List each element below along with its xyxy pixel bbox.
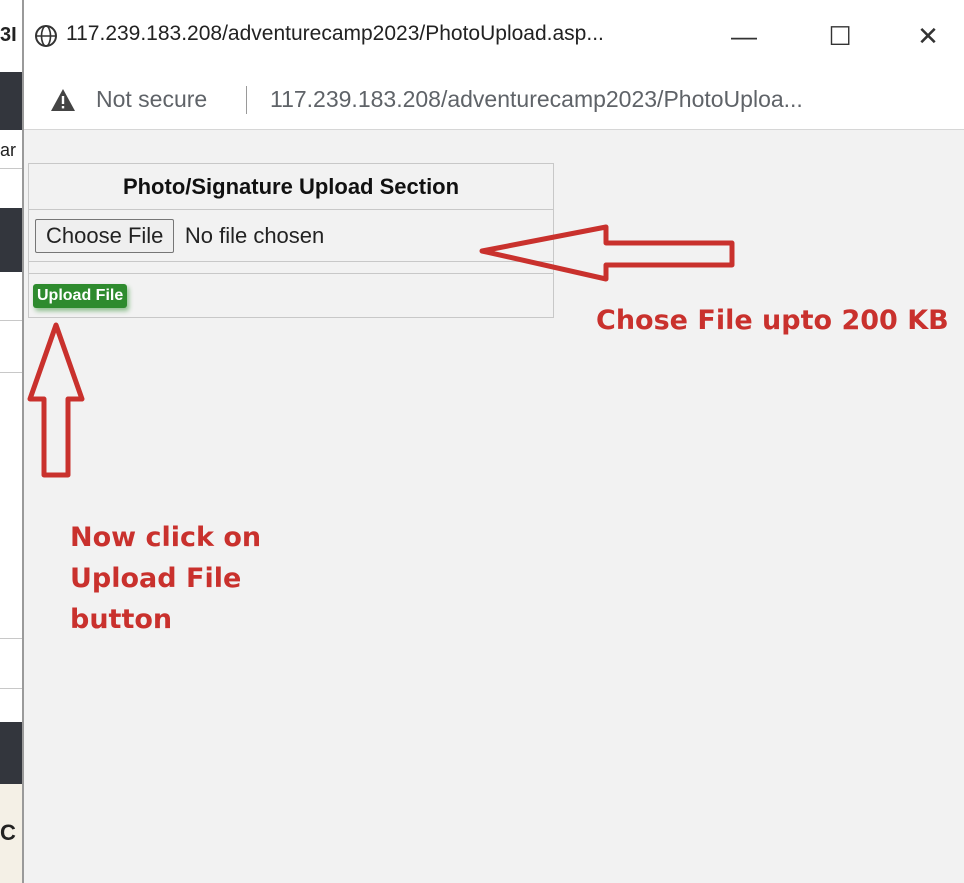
file-size-hint: Chose File upto 200 KB	[596, 305, 949, 336]
background-dark-bar	[0, 72, 22, 130]
background-divider	[0, 372, 22, 373]
background-fragment: ar	[0, 140, 17, 160]
background-divider	[0, 320, 22, 321]
maximize-button[interactable]: ☐	[816, 14, 864, 58]
left-arrow-annotation-icon	[479, 224, 735, 282]
background-dark-bar	[0, 208, 22, 272]
warning-triangle-icon[interactable]	[50, 88, 76, 112]
address-separator	[246, 86, 247, 114]
address-url[interactable]: 117.239.183.208/adventurecamp2023/PhotoU…	[270, 86, 803, 113]
security-status-label[interactable]: Not secure	[96, 86, 207, 113]
minimize-button[interactable]: —	[720, 14, 768, 58]
up-arrow-annotation-icon	[27, 322, 85, 478]
upload-file-button[interactable]: Upload File	[33, 283, 128, 308]
file-picker-cell: Choose File No file chosen	[28, 209, 554, 262]
window-titlebar[interactable]: 117.239.183.208/adventurecamp2023/PhotoU…	[24, 0, 964, 72]
background-divider	[0, 638, 22, 639]
close-button[interactable]: ✕	[904, 14, 952, 58]
background-page-strip: 3I ar C	[0, 0, 22, 883]
upload-section-title: Photo/Signature Upload Section	[28, 163, 554, 210]
upload-button-cell: Upload File	[28, 273, 554, 318]
popup-window: 117.239.183.208/adventurecamp2023/PhotoU…	[22, 0, 964, 883]
page-content: Photo/Signature Upload Section Choose Fi…	[24, 131, 964, 883]
file-status-text: No file chosen	[184, 222, 325, 248]
background-divider	[0, 688, 22, 689]
choose-file-button[interactable]: Choose File	[35, 218, 175, 253]
window-title: 117.239.183.208/adventurecamp2023/PhotoU…	[66, 22, 604, 45]
background-fragment: 3I	[0, 24, 17, 46]
address-bar[interactable]: Not secure 117.239.183.208/adventurecamp…	[24, 72, 964, 130]
spacer-cell	[28, 261, 554, 274]
upload-section-table: Photo/Signature Upload Section Choose Fi…	[28, 163, 554, 318]
globe-icon	[35, 25, 57, 47]
background-dark-bar	[0, 722, 22, 784]
background-divider	[0, 168, 22, 169]
upload-instruction-hint: Now click on Upload File button	[70, 522, 262, 635]
background-fragment: C	[0, 820, 16, 845]
